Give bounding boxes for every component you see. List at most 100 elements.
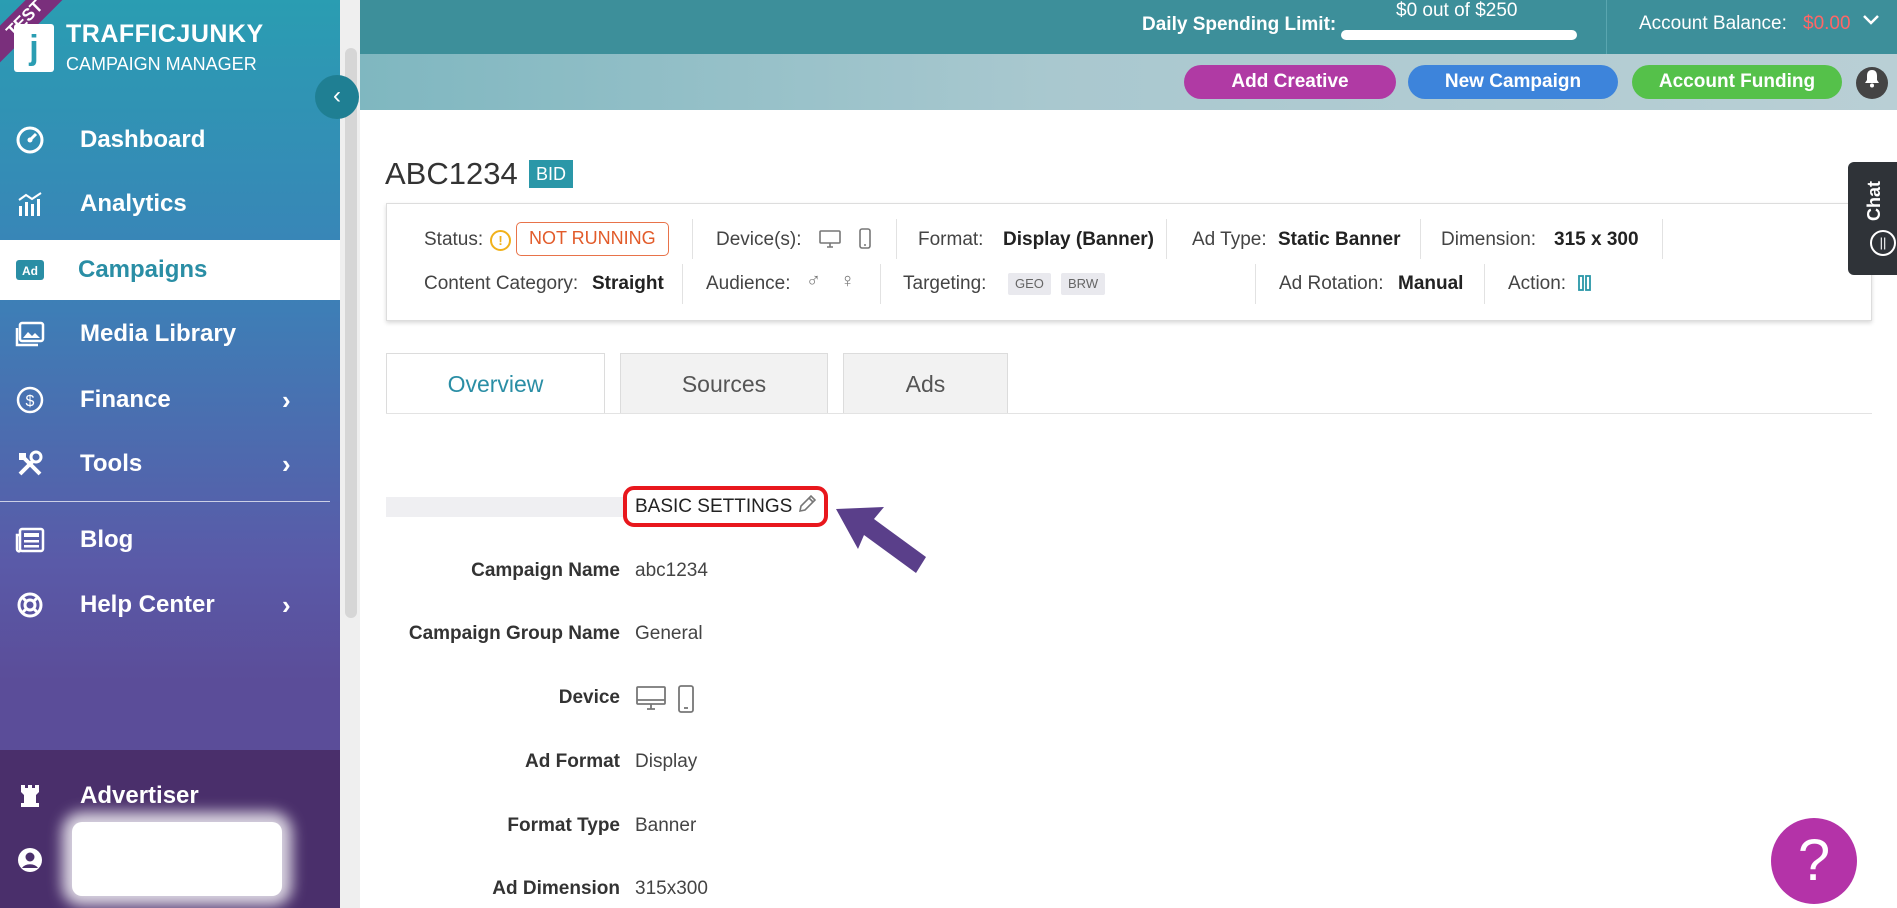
action-label: Action: [1508,273,1567,294]
daily-spending-value: $0 out of $250 [1396,0,1518,21]
sidebar-item-advertiser[interactable]: Advertiser [0,766,340,826]
campaign-group-name-value: General [635,623,703,644]
dollar-icon: $ [14,384,46,416]
sidebar-item-finance[interactable]: $ Finance › [0,370,340,430]
targeting-tag-brw: BRW [1061,273,1106,295]
chart-icon [14,188,46,220]
content-category-value: Straight [592,273,664,294]
tab-sources[interactable]: Sources [620,353,828,414]
topbar-divider [1606,0,1607,54]
warning-icon: ! [490,230,511,251]
account-balance-value: $0.00 [1803,13,1851,34]
format-label: Format: [918,229,984,250]
bid-badge: BID [529,160,574,188]
arrow-pointer-icon [832,503,928,580]
account-funding-button[interactable]: Account Funding [1632,65,1842,99]
help-button[interactable]: ? [1771,818,1857,904]
sidebar-scrollbar-thumb[interactable] [345,48,357,618]
new-campaign-button[interactable]: New Campaign [1408,65,1618,99]
format-type-value: Banner [635,815,697,836]
add-creative-button[interactable]: Add Creative [1184,65,1396,99]
account-balance-label: Account Balance: [1639,13,1787,34]
sidebar-item-dashboard[interactable]: Dashboard [0,110,340,170]
sidebar: TEST j TRAFFICJUNKY CAMPAIGN MANAGER Das… [0,0,340,908]
tabs-underline [386,413,1872,414]
device-label: Device [558,687,620,708]
targeting-tag-geo: GEO [1008,273,1051,295]
svg-text:Ad: Ad [22,264,38,278]
page-title: ABC1234 [385,156,518,191]
pause-icon[interactable]: || [1870,230,1896,256]
logo[interactable]: TEST j TRAFFICJUNKY CAMPAIGN MANAGER [0,0,340,82]
sidebar-item-label: Finance [80,386,171,413]
redacted-username [72,822,282,896]
male-icon: ♂ [806,270,821,292]
devices-label: Device(s): [716,229,802,250]
lifebuoy-icon [14,589,46,621]
sidebar-item-blog[interactable]: Blog [0,510,340,570]
newspaper-icon [14,524,46,556]
bell-icon[interactable] [1856,67,1888,99]
daily-spending-progress [1341,30,1577,40]
ad-format-label: Ad Format [525,751,620,772]
chevron-left-icon: ‹ [333,82,341,109]
sidebar-item-analytics[interactable]: Analytics [0,174,340,234]
format-type-label: Format Type [507,815,620,836]
audience-label: Audience: [706,273,791,294]
campaign-summary-box [386,203,1872,321]
ad-type-label: Ad Type: [1192,229,1267,250]
campaign-name-value: abc1234 [635,560,708,581]
sidebar-item-label: Media Library [80,320,237,347]
sidebar-item-campaigns[interactable]: Ad Campaigns [0,240,340,300]
collapse-sidebar-button[interactable]: ‹ [315,75,359,119]
chevron-down-icon[interactable] [1862,10,1880,33]
chevron-right-icon: › [282,448,291,479]
summary-divider [880,264,881,304]
pause-icon[interactable] [1578,274,1592,298]
gauge-icon [14,124,46,156]
sidebar-item-label: Analytics [80,190,187,217]
sidebar-item-help-center[interactable]: Help Center › [0,575,340,635]
chat-label: Chat [1864,181,1884,221]
format-value: Display (Banner) [1003,229,1154,250]
sidebar-item-tools[interactable]: Tools › [0,434,340,494]
summary-divider [1166,219,1167,259]
sidebar-item-media-library[interactable]: Media Library [0,304,340,364]
sidebar-item-label: Blog [80,526,134,553]
logo-title: TRAFFICJUNKY [66,20,264,48]
tab-ads[interactable]: Ads [843,353,1008,414]
summary-divider [1484,264,1485,304]
section-header-strip [386,497,626,517]
desktop-icon [635,684,667,718]
chevron-right-icon: › [282,384,291,415]
sidebar-item-label: Advertiser [80,782,199,809]
svg-text:$: $ [26,393,35,410]
pencil-icon[interactable] [796,493,818,521]
ad-dimension-label: Ad Dimension [492,878,620,899]
summary-divider [1662,219,1663,259]
ad-rotation-label: Ad Rotation: [1279,273,1384,294]
desktop-icon [818,229,842,255]
chevron-right-icon: › [282,589,291,620]
ad-dimension-value: 315x300 [635,878,708,899]
status-badge: NOT RUNNING [516,222,669,256]
sidebar-divider [0,501,330,502]
rook-icon [14,780,46,812]
summary-divider [896,219,897,259]
summary-divider [1255,264,1256,304]
content-category-label: Content Category: [424,273,579,294]
summary-divider [692,219,693,259]
user-icon [14,844,46,876]
campaign-name-label: Campaign Name [471,560,620,581]
sidebar-item-label: Campaigns [78,256,208,283]
daily-spending-label: Daily Spending Limit: [1142,14,1337,35]
tab-overview[interactable]: Overview [386,353,605,414]
targeting-label: Targeting: [903,273,987,294]
dimension-label: Dimension: [1441,229,1537,250]
tools-icon [14,448,46,480]
ad-format-value: Display [635,751,698,772]
mobile-icon [858,228,872,256]
sidebar-item-label: Help Center [80,591,215,618]
image-icon [14,318,46,350]
ad-type-value: Static Banner [1278,229,1401,250]
